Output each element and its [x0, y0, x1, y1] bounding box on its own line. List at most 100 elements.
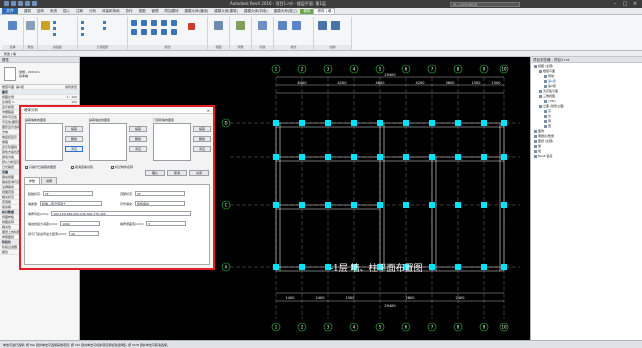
- minimize-icon[interactable]: –: [610, 0, 620, 8]
- tab-10[interactable]: 管理: [149, 9, 162, 14]
- opening-layer-list[interactable]: [153, 123, 191, 161]
- axis-label: 8: [457, 67, 460, 72]
- cancel-button[interactable]: 取消: [167, 170, 187, 176]
- tab-2[interactable]: 结构: [34, 9, 47, 14]
- wall-layer-list[interactable]: [25, 123, 63, 161]
- dialog-close-icon[interactable]: ×: [207, 107, 210, 114]
- cut-button[interactable]: [53, 20, 56, 24]
- undo-icon[interactable]: [18, 1, 23, 6]
- measure-icon[interactable]: [236, 21, 245, 30]
- property-value[interactable]: 编辑类型: [65, 85, 77, 89]
- tab-1[interactable]: 建筑: [21, 9, 34, 14]
- close-button[interactable]: 关闭: [189, 170, 209, 176]
- clear-edge-button[interactable]: 清空: [129, 146, 147, 152]
- property-key: 相关性: [2, 225, 12, 229]
- mark-name-checkbox[interactable]: 标记构件名称: [111, 165, 133, 169]
- extract-wall-button[interactable]: 提取: [65, 126, 83, 132]
- edge-spacing-field[interactable]: 1000: [60, 221, 101, 226]
- tab-0[interactable]: 文件: [2, 8, 18, 14]
- save-icon[interactable]: [11, 1, 16, 6]
- search-input[interactable]: 键入关键字或短语: [450, 1, 520, 7]
- paste-icon[interactable]: [41, 21, 50, 30]
- split-icon[interactable]: [171, 20, 177, 26]
- tab-6[interactable]: 分析: [86, 9, 99, 14]
- tab-17[interactable]: 修改 | 墙: [313, 8, 336, 14]
- clear-opening-button[interactable]: 清空: [193, 146, 211, 152]
- properties-icon[interactable]: [26, 21, 35, 30]
- confirm-button[interactable]: 确认: [145, 170, 165, 176]
- copy-button[interactable]: [53, 26, 56, 30]
- tab-9[interactable]: 视图: [136, 9, 149, 14]
- tab-11[interactable]: 附加模块: [162, 9, 182, 14]
- delete-wall-button[interactable]: 删除: [65, 136, 83, 142]
- thickness-tolerance-field[interactable]: 5: [146, 221, 187, 226]
- edge-layer-list[interactable]: [89, 123, 127, 161]
- tab-4[interactable]: 插入: [60, 9, 73, 14]
- delete-icon[interactable]: [188, 23, 195, 30]
- attach-icon[interactable]: [292, 21, 301, 30]
- tab-3[interactable]: 系统: [47, 9, 60, 14]
- fill-select[interactable]: 纯色填充: [135, 201, 186, 206]
- tab-14[interactable]: 建模大师(机电): [241, 9, 271, 14]
- tab-16[interactable]: 修改: [300, 8, 314, 14]
- modify-icon[interactable]: [8, 21, 17, 30]
- clear-wall-button[interactable]: 清空: [65, 146, 83, 152]
- browser-item[interactable]: Revit 链接: [531, 154, 642, 159]
- tab-12[interactable]: 建模大师(通用): [182, 9, 212, 14]
- cancel-wall-recognition-checkbox[interactable]: 取消连墙识别: [71, 165, 93, 169]
- cut-geometry-icon: [81, 26, 84, 30]
- extract-edge-button[interactable]: 提取: [129, 126, 147, 132]
- rotate-icon[interactable]: [151, 29, 157, 35]
- join-button[interactable]: [81, 32, 84, 36]
- only-extracted-checkbox[interactable]: ✓ 只提升已提取的图层: [25, 165, 56, 169]
- open-icon[interactable]: [4, 1, 9, 6]
- top-level-field[interactable]: 2F: [135, 191, 186, 196]
- close-icon[interactable]: ×: [630, 0, 640, 8]
- start-level-field[interactable]: 1F: [43, 191, 94, 196]
- type-selector[interactable]: 常规 - 200mm 基本墙: [0, 63, 79, 85]
- move-icon[interactable]: [131, 29, 137, 35]
- tab-7[interactable]: 体量和场地: [99, 9, 123, 14]
- view-icon[interactable]: [214, 21, 223, 30]
- match-button[interactable]: [53, 32, 56, 36]
- delete-opening-button[interactable]: 删除: [193, 136, 211, 142]
- create-icon[interactable]: [258, 21, 267, 30]
- reset-profile-icon[interactable]: [331, 21, 340, 30]
- print-icon[interactable]: [32, 1, 37, 6]
- edit-profile-icon[interactable]: [278, 21, 287, 30]
- offset-icon[interactable]: [141, 20, 147, 26]
- window-distance-field[interactable]: 50: [69, 231, 100, 236]
- tab-13[interactable]: 建模大师(建筑): [211, 9, 241, 14]
- wall-opening-icon[interactable]: [318, 21, 327, 30]
- property-value[interactable]: 1 : 100: [66, 95, 77, 99]
- split-face-button[interactable]: [103, 20, 106, 24]
- redo-icon[interactable]: [25, 1, 30, 6]
- align-icon[interactable]: [131, 20, 137, 26]
- property-key: 楼层平面: 第1层: [2, 85, 24, 89]
- view-node-icon: [544, 79, 547, 83]
- delete-edge-button[interactable]: 删除: [129, 136, 147, 142]
- tab-params[interactable]: 参数: [24, 177, 41, 184]
- mirror-icon[interactable]: [151, 20, 157, 26]
- array-icon[interactable]: [171, 29, 177, 35]
- quick-access-toolbar[interactable]: [4, 1, 37, 6]
- wall-type-select[interactable]: 砼墙—现浇混凝土: [40, 201, 103, 206]
- mirror-draw-icon[interactable]: [161, 20, 167, 26]
- tab-5[interactable]: 注释: [73, 9, 86, 14]
- property-value[interactable]: 100: [71, 100, 77, 104]
- axis-label: 9: [483, 325, 486, 330]
- tab-description[interactable]: 说明: [41, 177, 58, 184]
- maximize-icon[interactable]: □: [620, 0, 630, 8]
- cut-geometry-button[interactable]: [81, 26, 84, 30]
- tab-15[interactable]: 建模大师(施工): [271, 9, 301, 14]
- paint-button[interactable]: [103, 26, 106, 30]
- thickness-list-field[interactable]: 100,150,180,200,240,300,370,400: [51, 211, 192, 216]
- extract-opening-button[interactable]: 提取: [193, 126, 211, 132]
- browser-item-label: 东: [548, 109, 552, 113]
- property-key: 视图样板: [2, 215, 15, 219]
- trim-icon[interactable]: [161, 29, 167, 35]
- project-browser: 项目浏览器 - 项目1.rvt 视图 (全部) 楼层平面 场地 第1层 第2层 天花板平面…: [530, 57, 642, 340]
- tab-8[interactable]: 协作: [123, 9, 136, 14]
- cope-button[interactable]: [81, 20, 84, 24]
- copy-element-icon[interactable]: [141, 29, 147, 35]
